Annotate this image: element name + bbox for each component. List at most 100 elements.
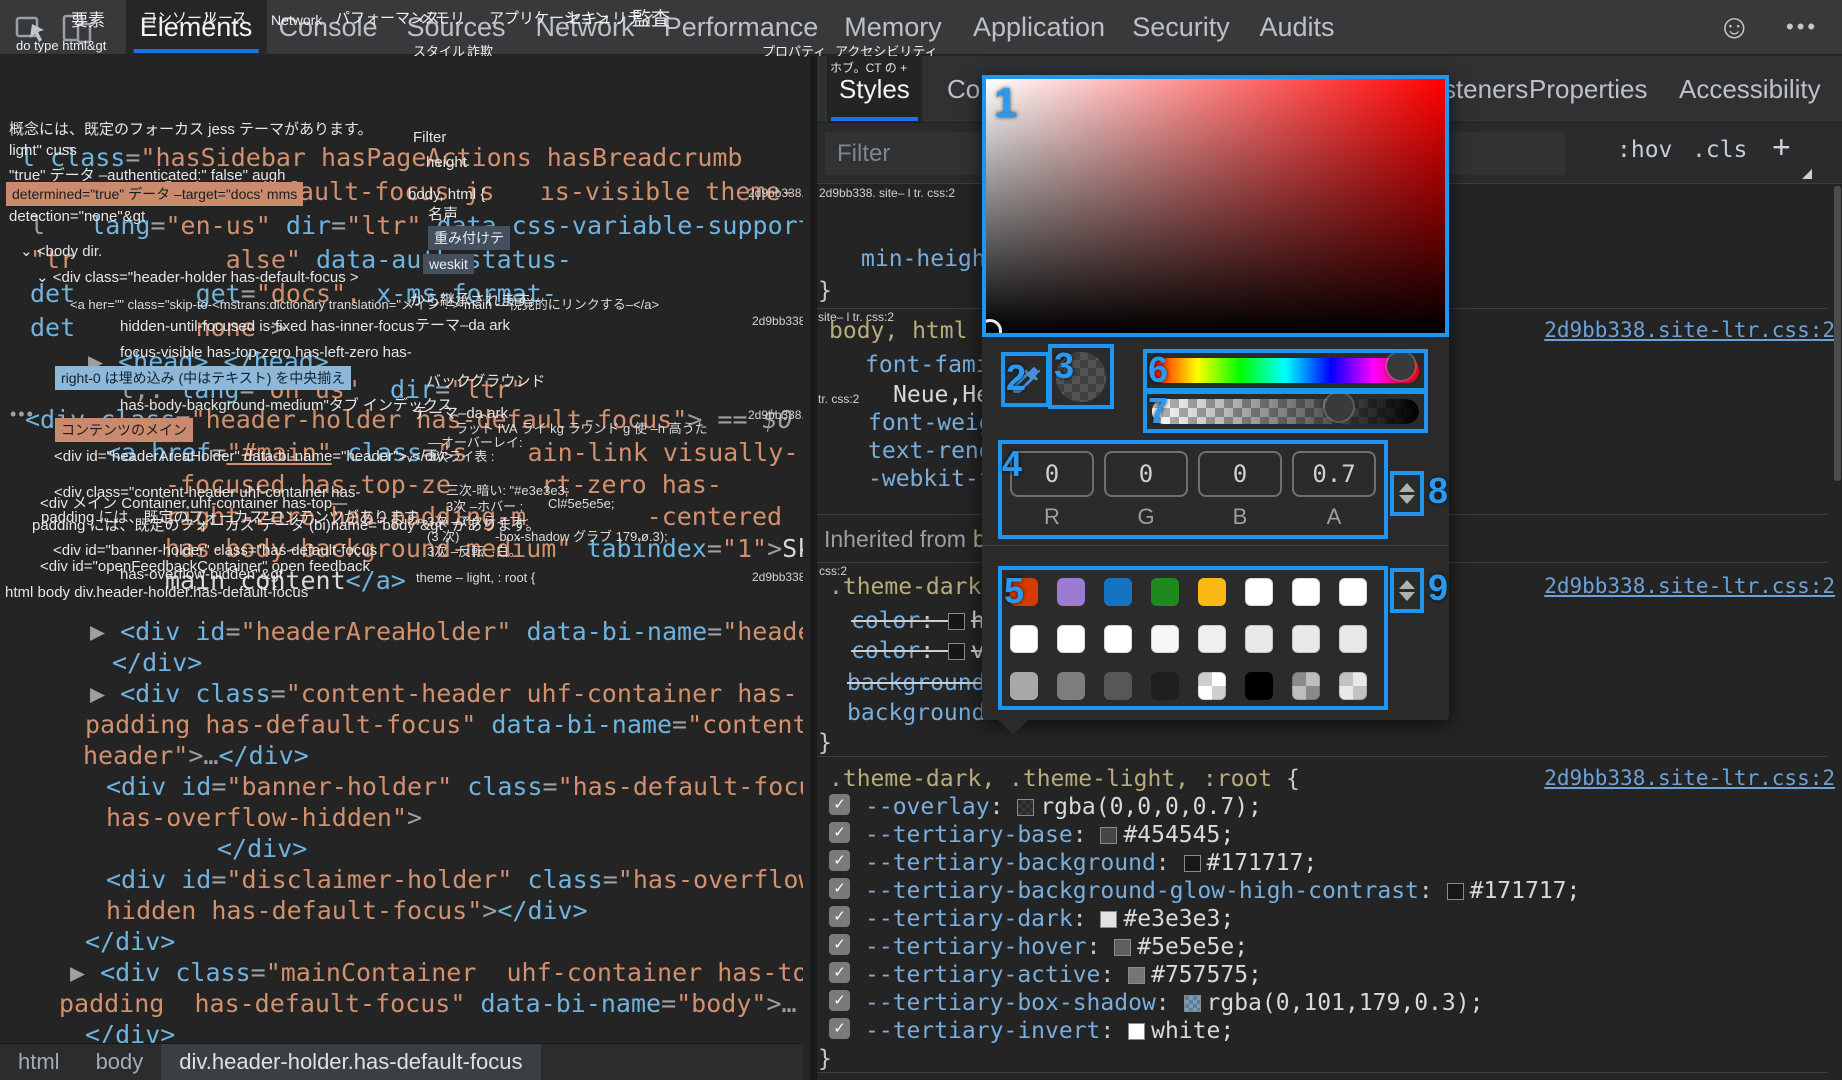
property-enabled-checkbox[interactable]: ✓ (829, 990, 850, 1011)
css-rule-row[interactable]: background: (847, 670, 999, 696)
dom-tree-line[interactable]: </div> (217, 833, 307, 864)
css-rule-row[interactable]: } (818, 1046, 832, 1072)
callout-number-7: 7 (1148, 390, 1168, 432)
subtab-accessibility[interactable]: Accessibility (1667, 56, 1833, 122)
css-rule-row[interactable]: .theme-dark, .theme-light, :root { (829, 766, 1300, 792)
breadcrumb-item[interactable]: div.header-holder.has-default-focus (161, 1044, 540, 1080)
css-custom-property-row[interactable]: --tertiary-base: #454545; (865, 822, 1234, 848)
dom-tree-line[interactable]: <div id="banner-holder" class="has-defau… (106, 771, 803, 802)
translation-overlay-fragment: から継承されます。 (410, 289, 544, 310)
property-enabled-checkbox[interactable]: ✓ (829, 794, 850, 815)
css-source-link[interactable]: 2d9bb338.site-ltr.css:2 (1544, 318, 1835, 342)
breadcrumb-item[interactable]: html (0, 1044, 78, 1080)
translation-overlay-fragment: right-0 は埋め込み (中はテキスト) を中央揃え (55, 366, 351, 390)
translation-overlay-fragment: 重み付けテ (428, 226, 510, 250)
subtab-properties[interactable]: Properties (1517, 56, 1660, 122)
jp-overlay-label: 要素 (71, 6, 105, 31)
translation-overlay-fragment: theme – light, : root { (416, 570, 535, 585)
color-swatch[interactable] (1114, 939, 1131, 956)
translation-overlay-fragment: 2d9bb338.s (748, 408, 803, 422)
css-custom-property-row[interactable]: --tertiary-dark: #e3e3e3; (865, 906, 1234, 932)
jp-overlay-label: 監査 (632, 4, 670, 31)
dom-tree-line[interactable]: </div> (112, 647, 202, 678)
breadcrumb-item[interactable]: body (78, 1044, 162, 1080)
translation-overlay-fragment: html body div.header-holder.has-default-… (5, 584, 308, 601)
color-swatch[interactable] (948, 643, 965, 660)
dom-tree-line[interactable]: </div> (85, 926, 175, 957)
callout-number-5: 5 (1004, 570, 1024, 612)
css-rule-row[interactable]: } (818, 278, 832, 304)
styles-scrollbar[interactable] (1834, 186, 1841, 481)
css-custom-property-row[interactable]: --tertiary-active: #757575; (865, 962, 1262, 988)
dom-tree-line[interactable]: padding has-default-focus" data-bi-name=… (85, 709, 803, 740)
css-custom-property-row[interactable]: --tertiary-invert: white; (865, 1018, 1234, 1044)
css-custom-property-row[interactable]: --tertiary-hover: #5e5e5e; (865, 934, 1248, 960)
tab-security[interactable]: Security (1118, 0, 1244, 55)
color-swatch[interactable] (1184, 995, 1201, 1012)
feedback-smiley-icon[interactable]: ☺ (1717, 8, 1752, 47)
property-enabled-checkbox[interactable]: ✓ (829, 1018, 850, 1039)
dom-tree-line[interactable]: l lang="en-us" dir="ltr" data-css-variab… (30, 210, 803, 241)
callout-box-1 (982, 75, 1449, 337)
property-enabled-checkbox[interactable]: ✓ (829, 906, 850, 927)
css-source-link[interactable]: 2d9bb338.site-ltr.css:2 (1544, 574, 1835, 598)
css-custom-property-row[interactable]: --tertiary-box-shadow: rgba(0,101,179,0.… (865, 990, 1483, 1016)
property-enabled-checkbox[interactable]: ✓ (829, 934, 850, 955)
property-enabled-checkbox[interactable]: ✓ (829, 822, 850, 843)
color-swatch[interactable] (1100, 827, 1117, 844)
css-rule-row[interactable]: body, html { (829, 318, 995, 344)
translation-overlay-fragment: tr. css:2 (818, 392, 859, 406)
css-custom-property-row[interactable]: --overlay: rgba(0,0,0,0.7); (865, 794, 1262, 820)
color-swatch[interactable] (948, 613, 965, 630)
translation-overlay-fragment: Cl#5e5e5e; (548, 496, 615, 511)
tab-audits[interactable]: Audits (1245, 0, 1348, 55)
callout-number-4: 4 (1002, 443, 1022, 485)
dom-tree-line[interactable]: header">…</div> (83, 740, 309, 771)
color-swatch[interactable] (1447, 883, 1464, 900)
tab-application[interactable]: Application (959, 0, 1119, 55)
translation-overlay-fragment: focus-visible has-top-zero has-left-zero… (120, 344, 412, 361)
more-options-icon[interactable]: ••• (1786, 14, 1818, 40)
elements-dom-tree: l class="hasSidebar hasPageActions hasBr… (0, 56, 803, 1043)
css-rule-row[interactable]: background: (847, 700, 999, 726)
cls-toggle[interactable]: .cls (1692, 137, 1747, 163)
dom-tree-line[interactable]: hidden has-default-focus"></div> (106, 895, 588, 926)
property-enabled-checkbox[interactable]: ✓ (829, 850, 850, 871)
dom-tree-line[interactable]: <div id="disclaimer-holder" class="has-o… (106, 864, 803, 895)
css-rule-row[interactable]: } (818, 730, 832, 756)
color-swatch[interactable] (1017, 799, 1034, 816)
css-custom-property-row[interactable]: --tertiary-background-glow-high-contrast… (865, 878, 1580, 904)
css-custom-property-row[interactable]: --tertiary-background: #171717; (865, 850, 1317, 876)
translation-overlay-fragment: <div id="headerAreaHolder" data-bi-name=… (54, 448, 453, 465)
property-enabled-checkbox[interactable]: ✓ (829, 962, 850, 983)
dom-tree-line[interactable]: ▶ <div class="mainContainer uhf-containe… (70, 957, 803, 988)
section-divider (817, 1072, 1827, 1073)
translation-overlay-fragment: 2d9bb338.s (748, 186, 803, 200)
translation-overlay-fragment: <div メイン Container uhf-container has-top… (40, 492, 347, 513)
translation-overlay-fragment: has-body-background-medium"タブ インデックス (120, 394, 452, 415)
hov-toggle[interactable]: :hov (1617, 137, 1672, 163)
translation-overlay-fragment: ⌄ <body dir. (20, 242, 102, 260)
translation-overlay-fragment: Filter (413, 129, 446, 146)
dom-tree-line[interactable]: ▶ <div class="content-header uhf-contain… (90, 678, 797, 709)
css-rule-row[interactable]: color: h (851, 608, 985, 634)
new-style-rule-corner-icon[interactable] (1802, 169, 1812, 179)
translation-overlay-fragment: body, html { (408, 186, 485, 203)
dom-tree-line[interactable]: padding has-default-focus" data-bi-name=… (59, 988, 797, 1019)
new-style-rule-button[interactable]: + (1772, 129, 1791, 166)
color-swatch[interactable] (1128, 967, 1145, 984)
translation-overlay-fragment: light" cuss (9, 142, 77, 159)
translation-overlay-fragment: 概念には、既定のフォーカス jess テーマがあります。 (9, 118, 373, 139)
dom-tree-line[interactable]: </div> (85, 1019, 175, 1043)
css-rule-row[interactable]: color: v (851, 638, 985, 664)
color-swatch[interactable] (1184, 855, 1201, 872)
dom-tree-line[interactable]: has-overflow-hidden"> (106, 802, 422, 833)
translation-overlay-fragment: height (426, 154, 467, 171)
color-swatch[interactable] (1128, 1023, 1145, 1040)
callout-number-8: 8 (1428, 470, 1448, 512)
property-enabled-checkbox[interactable]: ✓ (829, 878, 850, 899)
translation-overlay-fragment: hidden-until-focused is-fixed has-inner-… (120, 318, 414, 335)
color-swatch[interactable] (1100, 911, 1117, 928)
dom-tree-line[interactable]: ▶ <div id="headerAreaHolder" data-bi-nam… (90, 616, 803, 647)
css-source-link[interactable]: 2d9bb338.site-ltr.css:2 (1544, 766, 1835, 790)
